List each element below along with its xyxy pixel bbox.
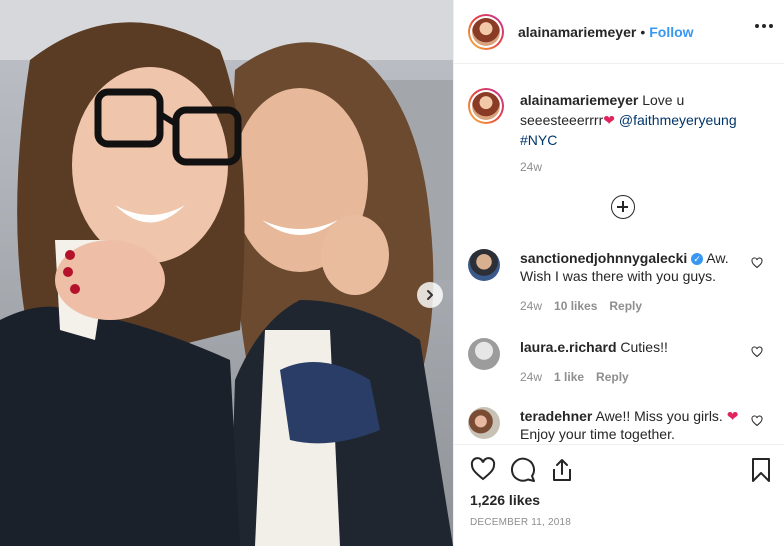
separator-dot: •: [640, 23, 646, 40]
reply-button[interactable]: Reply: [596, 370, 629, 384]
commenter-username[interactable]: laura.e.richard: [520, 339, 617, 355]
bookmark-icon[interactable]: [751, 457, 771, 483]
heart-icon[interactable]: [470, 457, 496, 481]
commenter-avatar[interactable]: [468, 338, 500, 370]
post-header: alainamariemeyer • Follow: [454, 0, 784, 64]
post-side-panel: alainamariemeyer • Follow alainamariemey…: [453, 0, 784, 546]
comment-meta: 24w 10 likes Reply: [520, 299, 642, 313]
caption-username[interactable]: alainamariemeyer: [520, 92, 638, 108]
heart-emoji: ❤: [726, 408, 739, 424]
commenter-avatar[interactable]: [468, 249, 500, 281]
author-avatar[interactable]: [468, 13, 504, 50]
likes-count[interactable]: 1,226 likes: [470, 492, 540, 508]
commenter-avatar[interactable]: [468, 407, 500, 439]
share-icon[interactable]: [550, 457, 574, 483]
comment-text: teradehner Awe!! Miss you girls. ❤ Enjoy …: [520, 407, 740, 443]
comment-text: laura.e.richard Cuties!!: [520, 338, 740, 356]
chevron-right-icon: [427, 290, 433, 300]
reply-button[interactable]: Reply: [609, 299, 642, 313]
comment-likes[interactable]: 10 likes: [554, 299, 597, 313]
comment-body-continued: Enjoy your time together.: [520, 426, 675, 442]
next-photo-button[interactable]: [417, 282, 443, 308]
comment-meta: 24w 1 like Reply: [520, 370, 629, 384]
commenter-username[interactable]: teradehner: [520, 408, 592, 424]
post-actions: 1,226 likes DECEMBER 11, 2018: [454, 444, 784, 546]
mention-link[interactable]: @faithmeyeryeung: [619, 112, 737, 128]
heart-emoji: ❤: [603, 112, 615, 128]
author-username[interactable]: alainamariemeyer: [518, 24, 636, 40]
caption-avatar[interactable]: [468, 88, 504, 124]
comment-heart-icon[interactable]: [751, 346, 763, 358]
comment-age[interactable]: 24w: [520, 299, 542, 313]
post-photo[interactable]: [0, 0, 453, 546]
follow-button[interactable]: Follow: [649, 24, 693, 40]
caption-age[interactable]: 24w: [520, 160, 542, 174]
comment-heart-icon[interactable]: [751, 415, 763, 427]
comment-body: Awe!! Miss you girls.: [595, 408, 723, 424]
selfie-image: [0, 0, 453, 546]
comment-likes[interactable]: 1 like: [554, 370, 584, 384]
post-date[interactable]: DECEMBER 11, 2018: [470, 517, 571, 528]
comments-section[interactable]: alainamariemeyer Love u seeesteeerrrr❤ @…: [454, 64, 784, 444]
comment-age[interactable]: 24w: [520, 370, 542, 384]
comment-body: Cuties!!: [620, 339, 668, 355]
comment-heart-icon[interactable]: [751, 257, 763, 269]
commenter-username[interactable]: sanctionedjohnnygalecki: [520, 250, 687, 266]
verified-badge-icon: ✓: [691, 253, 704, 265]
hashtag-link[interactable]: #NYC: [520, 132, 557, 148]
comment-bubble-icon[interactable]: [510, 457, 536, 483]
caption-text: alainamariemeyer Love u seeesteeerrrr❤ @…: [520, 90, 760, 150]
load-more-comments-button[interactable]: [611, 195, 635, 219]
more-options-icon[interactable]: [755, 24, 773, 28]
comment-text: sanctionedjohnnygalecki ✓ Aw. Wish I was…: [520, 249, 740, 285]
